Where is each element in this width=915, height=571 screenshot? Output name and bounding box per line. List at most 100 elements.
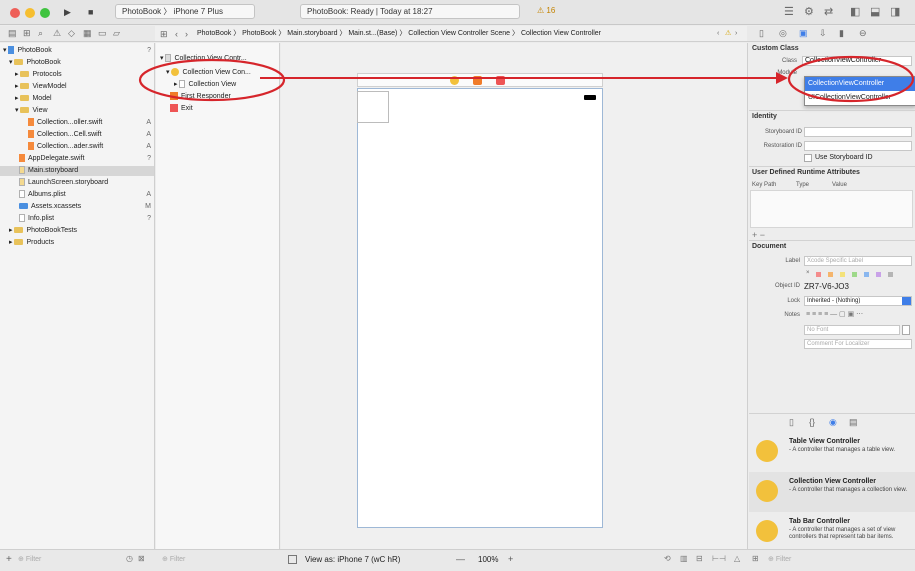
toggle-outline-icon[interactable] (288, 555, 297, 564)
class-field[interactable]: CollectionViewController (802, 56, 912, 66)
update-frames-icon[interactable]: ⟲ (664, 554, 671, 563)
run-button[interactable]: ▶ (64, 5, 71, 19)
nav-item-file[interactable]: AppDelegate.swift? (19, 154, 151, 164)
class-autocomplete-dropdown[interactable]: CollectionViewController UICollectionVie… (804, 76, 915, 106)
scheme-selector[interactable]: PhotoBook 〉 iPhone 7 Plus (115, 4, 255, 19)
outline-first-responder[interactable]: First Responder (170, 92, 278, 102)
symbol-navigator-icon[interactable]: ⊞ (23, 28, 31, 39)
zoom-level[interactable]: 100% (478, 555, 498, 564)
zoom-window-button[interactable] (40, 8, 50, 18)
debug-navigator-icon[interactable]: ▦ (83, 28, 92, 39)
library-grid-icon[interactable]: ⊞ (752, 554, 759, 563)
nav-item-viewmodel[interactable]: ▸ ViewModel (15, 82, 151, 92)
navigator-filter[interactable]: ⊕ Filter (18, 555, 41, 563)
identity-inspector-icon[interactable]: ▣ (799, 28, 808, 39)
size-inspector-icon[interactable]: ▮ (839, 28, 844, 39)
pin-icon[interactable]: ⊢⊣ (712, 554, 726, 563)
library-item-tab-bar-controller[interactable]: Tab Bar Controller - A controller that m… (749, 512, 915, 548)
restoration-id-field[interactable] (804, 141, 912, 151)
media-library-icon[interactable]: ▤ (849, 417, 858, 428)
nav-item-protocols[interactable]: ▸ Protocols (15, 70, 151, 80)
collection-view-cell[interactable] (357, 91, 389, 123)
zoom-out-button[interactable]: — (456, 554, 465, 564)
use-storyboard-id-checkbox[interactable] (804, 154, 812, 162)
nav-item-file[interactable]: Assets.xcassets M (19, 202, 151, 212)
file-template-icon[interactable]: ▯ (789, 417, 794, 428)
close-window-button[interactable] (10, 8, 20, 18)
gray-swatch[interactable] (888, 272, 893, 277)
nav-item-main-storyboard[interactable]: Main.storyboard (0, 166, 154, 176)
font-field[interactable]: No Font (804, 325, 900, 335)
nav-item-group[interactable]: ▸ PhotoBookTests (9, 226, 151, 236)
file-inspector-icon[interactable]: ▯ (759, 28, 764, 39)
nav-item-file[interactable]: Collection...oller.swift A (28, 118, 151, 128)
jump-bar-path[interactable]: PhotoBook 〉 PhotoBook 〉 Main.storyboard … (197, 26, 601, 41)
purple-swatch[interactable] (876, 272, 881, 277)
doc-label-field[interactable]: Xcode Specific Label (804, 256, 912, 266)
outline-scene[interactable]: ▾ Collection View Contr... (160, 54, 278, 64)
breakpoint-navigator-icon[interactable]: ▭ (98, 28, 107, 39)
version-editor-icon[interactable]: ⇄ (824, 6, 833, 18)
assistant-editor-icon[interactable]: ⚙ (804, 6, 814, 18)
outline-collection-view[interactable]: ▸ Collection View (174, 80, 278, 90)
dock-controller-icon[interactable] (450, 76, 459, 85)
toggle-navigator-icon[interactable]: ◧ (850, 6, 860, 18)
dropdown-option[interactable]: UICollectionViewController (805, 91, 915, 105)
minimize-window-button[interactable] (25, 8, 35, 18)
blue-swatch[interactable] (864, 272, 869, 277)
nav-item-file[interactable]: LaunchScreen.storyboard (19, 178, 151, 188)
orange-swatch[interactable] (828, 272, 833, 277)
comment-field[interactable]: Comment For Localizer (804, 339, 912, 349)
notes-toolbar[interactable]: ≡ ≡ ≡ ≡ — ▢ ▣ ⋯ (806, 310, 912, 319)
nav-item-view[interactable]: ▾ View (15, 106, 151, 116)
red-swatch[interactable] (816, 272, 821, 277)
attributes-table[interactable] (750, 190, 913, 228)
recent-files-icon[interactable]: ◷ (126, 554, 133, 563)
library-item-collection-view-controller[interactable]: Collection View Controller - A controlle… (749, 472, 915, 512)
align-icon[interactable]: ⊟ (696, 554, 703, 563)
forward-icon[interactable]: › (185, 26, 188, 41)
dropdown-option-selected[interactable]: CollectionViewController (805, 77, 915, 91)
outline-filter[interactable]: ⊕ Filter (162, 555, 185, 563)
report-navigator-icon[interactable]: ▱ (113, 28, 120, 39)
warning-count[interactable]: ⚠ 16 (537, 6, 555, 15)
quick-help-icon[interactable]: ◎ (779, 28, 787, 39)
resolve-auto-layout-icon[interactable]: △ (734, 554, 740, 563)
embed-in-stack-icon[interactable]: ▥ (680, 554, 688, 563)
object-library-icon[interactable]: ◉ (829, 417, 837, 428)
next-issue-icon[interactable]: › (735, 26, 737, 41)
standard-editor-icon[interactable]: ☰ (784, 6, 794, 18)
font-picker-icon[interactable] (902, 325, 910, 335)
dock-exit-icon[interactable] (496, 76, 505, 85)
nav-item-project[interactable]: ▾ PhotoBook? (3, 46, 151, 56)
attributes-inspector-icon[interactable]: ⇩ (819, 28, 827, 39)
related-items-icon[interactable]: ⊞ (160, 26, 168, 41)
view-controller-frame[interactable] (357, 88, 603, 528)
source-control-filter-icon[interactable]: ⊠ (138, 554, 145, 563)
stop-button[interactable]: ■ (88, 5, 93, 19)
nav-item-group[interactable]: ▾ PhotoBook (9, 58, 151, 68)
yellow-swatch[interactable] (840, 272, 845, 277)
nav-item-file[interactable]: Collection...ader.swift A (28, 142, 151, 152)
storyboard-id-field[interactable] (804, 127, 912, 137)
nav-item-model[interactable]: ▸ Model (15, 94, 151, 104)
warning-icon[interactable]: ⚠ (725, 26, 731, 41)
code-snippet-icon[interactable]: {} (809, 417, 815, 427)
issue-navigator-icon[interactable]: ⚠ (53, 28, 61, 39)
back-icon[interactable]: ‹ (175, 26, 178, 41)
view-as-label[interactable]: View as: iPhone 7 (wC hR) (305, 555, 400, 564)
library-item-table-view-controller[interactable]: Table View Controller - A controller tha… (749, 432, 915, 472)
toggle-inspector-icon[interactable]: ◨ (890, 6, 900, 18)
connections-inspector-icon[interactable]: ⊖ (859, 28, 867, 39)
green-swatch[interactable] (852, 272, 857, 277)
no-color-icon[interactable]: × (806, 270, 810, 276)
nav-item-file[interactable]: Info.plist? (19, 214, 151, 224)
add-file-icon[interactable]: + (6, 554, 12, 565)
nav-item-file[interactable]: Collection...Cell.swift A (28, 130, 151, 140)
find-navigator-icon[interactable]: ⌕ (38, 28, 43, 39)
dock-first-responder-icon[interactable] (473, 76, 482, 85)
test-navigator-icon[interactable]: ◇ (68, 28, 75, 39)
prev-issue-icon[interactable]: ‹ (717, 26, 719, 41)
nav-item-file[interactable]: Albums.plist A (19, 190, 151, 200)
lock-select[interactable]: Inherited - (Nothing) (804, 296, 912, 306)
